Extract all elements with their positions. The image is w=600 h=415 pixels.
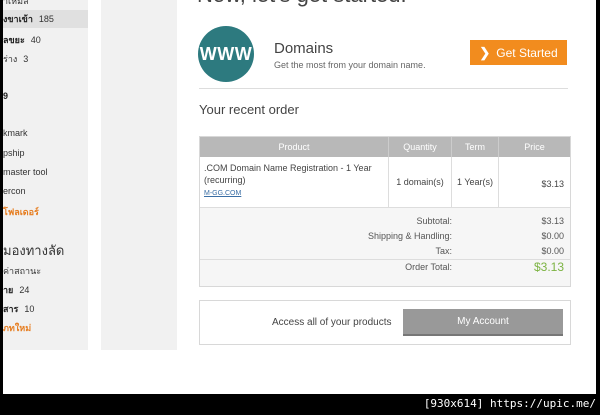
sidebar-item-label: ค่าสถานะ [3,266,42,276]
message-list-panel [101,0,177,350]
sidebar-item-pship[interactable]: pship [3,148,25,158]
product-cell: .COM Domain Name Registration - 1 Year (… [200,157,389,207]
shipping-label: Shipping & Handling: [367,231,452,241]
watermark-bar: [930x614] https://upic.me/ [0,394,600,415]
browser-frame: าเหมล งขาเข้า 185 ลขยะ 40 ร่าง 3 9 kmark ps… [3,0,596,394]
my-account-button[interactable]: My Account [403,309,563,336]
sidebar-item-label: ercon [3,186,26,196]
domains-title: Domains [274,40,334,57]
sidebar-item-ercon[interactable]: ercon [3,186,26,196]
get-started-button[interactable]: ❯ Get Started [470,40,567,65]
sidebar-item-flagged[interactable]: ค่าสถานะ [3,264,41,278]
column-header-quantity: Quantity [389,137,452,157]
sidebar-item-label: โฟลเดอร์ [3,207,39,217]
shipping-value: $0.00 [541,231,564,241]
sidebar-item-documents[interactable]: สาร 10 [3,302,34,316]
www-globe-icon: WWW [198,26,254,82]
sidebar-item-drafts[interactable]: ร่าง 3 [3,52,28,66]
tax-label: Tax: [435,246,452,256]
mail-sidebar: าเหมล งขาเข้า 185 ลขยะ 40 ร่าง 3 9 kmark ps… [3,0,88,350]
product-name: .COM Domain Name Registration - 1 Year (… [204,163,372,185]
column-header-price: Price [524,142,545,152]
email-body: Now, let's get started. WWW Domains Get … [177,0,596,394]
chevron-right-icon: ❯ [479,44,491,60]
order-total-label: Order Total: [405,262,452,272]
order-total-row: Order Total: $3.13 [200,260,570,275]
column-header-product: Product [200,137,389,157]
page-heading: Now, let's get started. [197,0,407,8]
gutter [88,0,101,394]
sidebar-item-label: 9 [3,91,9,101]
sidebar-shortcuts-heading: มองทางลัด [3,243,65,258]
domain-link[interactable]: M-GG.COM [204,190,241,197]
sidebar-new-folder-link[interactable]: โฟลเดอร์ [3,205,39,219]
subtotal-label: Subtotal: [416,216,452,226]
sidebar-new-category-link[interactable]: ภทใหม่ [3,321,31,335]
tax-value: $0.00 [541,246,564,256]
order-table-header: Product Quantity Term Price [200,137,570,157]
column-header-term: Term [452,137,499,157]
sidebar-item-label: าย [3,285,14,295]
tax-row: Tax: $0.00 [200,244,570,259]
quantity-cell: 1 domain(s) [389,157,452,207]
sidebar-item-label: สาร [3,304,19,314]
sidebar-item-master-tool[interactable]: master tool [3,167,48,177]
shipping-row: Shipping & Handling: $0.00 [200,229,570,244]
watermark-text: [930x614] https://upic.me/ [423,397,596,410]
sidebar-item-label: ภทใหม่ [3,323,32,333]
recent-order-title: Your recent order [199,102,299,117]
order-total-value: $3.13 [533,260,564,274]
term-cell: 1 Year(s) [452,157,499,207]
divider [199,88,568,89]
sidebar-item-label: pship [3,148,25,158]
sidebar-item-count: 10 [24,304,35,314]
order-table: Product Quantity Term Price .COM Domain … [199,136,571,287]
sidebar-item-kmark[interactable]: kmark [3,128,28,138]
get-started-label: Get Started [496,45,558,60]
sidebar-item-junk[interactable]: ลขยะ 40 [3,33,41,47]
access-products-text: Access all of your products [272,317,392,328]
sidebar-item-label: master tool [3,167,48,177]
domains-subtitle: Get the most from your domain name. [274,60,426,70]
sidebar-item-count: 3 [23,54,29,64]
subtotal-value: $3.13 [541,216,564,226]
sidebar-item-count: 185 [38,14,54,24]
sidebar-item-label: kmark [3,128,28,138]
sidebar-item-folder-9[interactable]: 9 [3,91,8,101]
sidebar-item-count: 40 [30,35,41,45]
sidebar-item-label: งขาเข้า [3,14,33,24]
sidebar-item-label: ลขยะ [3,35,25,45]
price-cell: $3.13 [541,179,564,189]
table-row: .COM Domain Name Registration - 1 Year (… [200,157,570,208]
sidebar-top-cut: าเหมล [3,0,29,6]
sidebar-item-inbox[interactable]: งขาเข้า 185 [3,10,88,28]
sidebar-item-count: 24 [19,285,30,295]
access-products-box: Access all of your products My Account [199,300,571,345]
sidebar-item-label: ร่าง [3,54,18,64]
subtotal-row: Subtotal: $3.13 [200,214,570,229]
sidebar-item-files[interactable]: าย 24 [3,283,29,297]
